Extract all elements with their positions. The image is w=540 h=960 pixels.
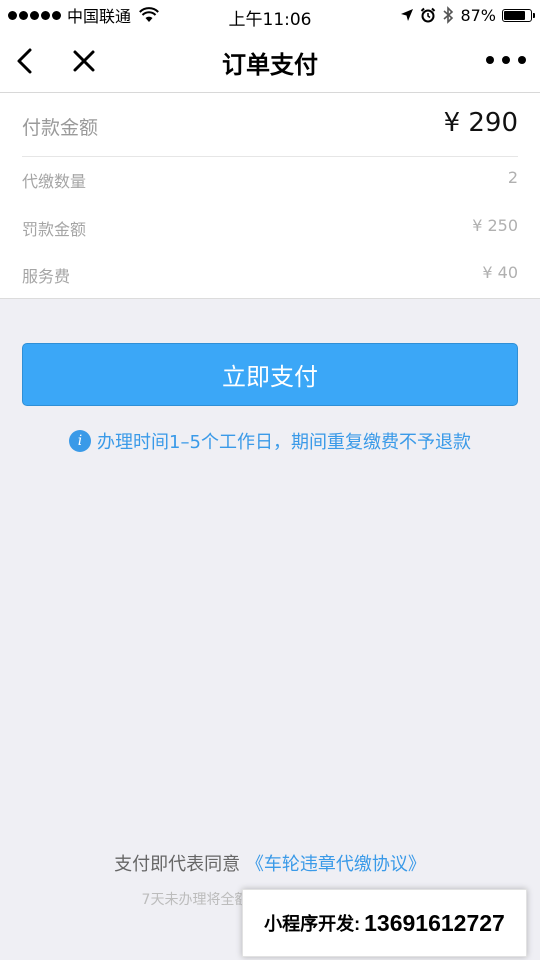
status-right: 87% (400, 5, 535, 25)
order-card: 付款金额 ¥ 290 代缴数量 2 罚款金额 ¥ 250 服务费 ¥ 40 (0, 93, 540, 299)
info-icon: i (69, 430, 92, 452)
agreement-link[interactable]: 《车轮违章代缴协议》 (246, 854, 426, 875)
location-arrow-icon (401, 9, 414, 21)
alarm-clock-icon (421, 7, 436, 23)
detail-value: ¥ 250 (472, 216, 518, 235)
battery-percent: 87% (460, 5, 496, 25)
detail-row-quantity: 代缴数量 2 (22, 164, 518, 194)
chevron-left-icon[interactable] (10, 44, 40, 78)
total-amount-label: 付款金额 (22, 117, 99, 139)
close-icon[interactable] (68, 45, 100, 77)
agreement-prefix: 支付即代表同意 (114, 854, 241, 875)
detail-row-fine: 罚款金额 ¥ 250 (22, 212, 518, 242)
pay-now-button[interactable]: 立即支付 (22, 343, 518, 406)
agreement-line: 支付即代表同意 《车轮违章代缴协议》 (0, 850, 540, 876)
nav-bar: 订单支付 (0, 30, 540, 93)
detail-value: ¥ 40 (482, 263, 518, 282)
detail-label: 服务费 (22, 267, 71, 286)
battery-icon (502, 8, 535, 22)
contact-label: 小程序开发: (264, 914, 361, 934)
detail-label: 罚款金额 (22, 220, 87, 239)
notice-text: 办理时间1–5个工作日，期间重复缴费不予退款 (97, 432, 471, 453)
status-bar: 中国联通 上午11:06 87% (0, 0, 540, 30)
contact-number: 13691612727 (364, 909, 505, 936)
total-amount-value: ¥ 290 (443, 108, 518, 138)
contact-overlay: 小程序开发: 13691612727 (242, 889, 527, 957)
bluetooth-icon (443, 6, 454, 24)
detail-value: 2 (507, 168, 518, 187)
battery-fill (504, 10, 525, 20)
detail-label: 代缴数量 (22, 172, 87, 191)
processing-notice: i 办理时间1–5个工作日，期间重复缴费不予退款 (0, 428, 540, 454)
more-dots-icon[interactable] (486, 50, 526, 70)
total-amount-row: 付款金额 ¥ 290 (22, 93, 518, 157)
detail-row-service-fee: 服务费 ¥ 40 (22, 259, 518, 289)
